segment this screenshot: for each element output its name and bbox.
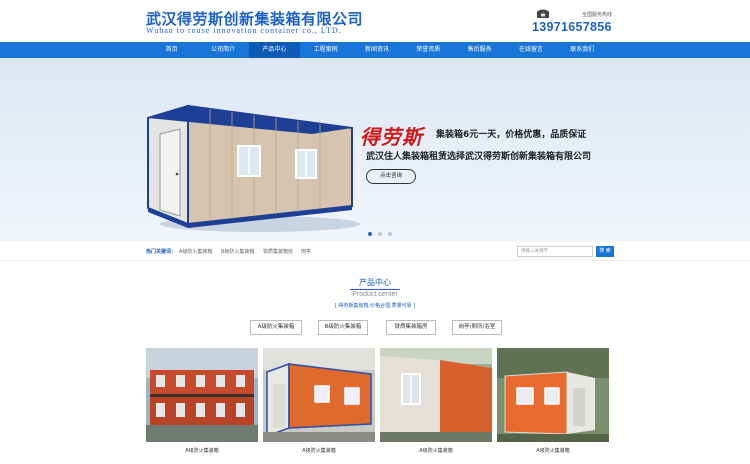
nav-item-message[interactable]: 在线留言 [505,42,556,58]
site-header: 武汉得劳斯创新集装箱有限公司 Wuhan to rouse innovation… [0,0,750,42]
main-nav: 首页 公司简介 产品中心 工程案例 新闻资讯 荣誉资质 售后服务 在线留言 联系… [0,42,750,58]
product-image[interactable] [263,348,375,442]
container-house-image [147,104,360,232]
banner-slogan: 集装箱6元一天，价格优惠，品质保证 [436,130,587,140]
slide-dot-3[interactable] [388,232,392,236]
company-logo-en: Wuhan to rouse innovation container co.,… [146,26,342,35]
hotline-caption: 全国服务热线 [582,12,613,18]
consult-button[interactable]: 点击咨询 [366,169,416,184]
nav-bar: 首页 公司简介 产品中心 工程案例 新闻资讯 荣誉资质 售后服务 在线留言 联系… [146,42,608,58]
nav-item-service[interactable]: 售后服务 [454,42,505,58]
product-caption[interactable]: A级防火集装箱 [146,447,258,454]
nav-item-about[interactable]: 公司简介 [197,42,248,58]
keyword-link[interactable]: 铁质集装箱房 [263,248,293,255]
product-caption[interactable]: A级防火集装箱 [380,447,492,454]
product-image[interactable] [146,348,258,442]
keyword-link[interactable]: A级防火集装箱 [179,248,212,255]
category-button[interactable]: 岗亭/厕所/浴室 [452,320,502,335]
product-image[interactable] [497,348,609,442]
phone-icon [536,9,550,18]
keyword-link[interactable]: B级防火集装箱 [221,248,254,255]
nav-item-honors[interactable]: 荣誉资质 [403,42,454,58]
hotline-number: 13971657856 [532,20,612,34]
section-title: 产品中心 [359,278,391,287]
hot-keywords-label: 热门关键词： [146,249,177,255]
category-button[interactable]: A级防火集装箱 [250,320,302,335]
nav-item-home[interactable]: 首页 [146,42,197,58]
slide-dot-1[interactable] [368,232,372,236]
category-button[interactable]: B级防火集装箱 [318,320,368,335]
keyword-bar: 热门关键词： A级防火集装箱 B级防火集装箱 铁质集装箱房 岗亭 请输入关键字 … [0,242,750,261]
nav-item-cases[interactable]: 工程案例 [300,42,351,58]
section-divider [350,289,400,290]
banner-brand-script: 得劳斯 [360,125,423,149]
section-subtitle-en: Product center [352,291,398,298]
nav-item-contact[interactable]: 联系我们 [557,42,608,58]
search-button[interactable]: 搜 索 [596,246,614,257]
nav-item-products[interactable]: 产品中心 [248,42,300,58]
keyword-link[interactable]: 岗亭 [301,248,311,255]
section-description: [ 得劳斯集装箱,价格合理,质量可靠 ] [334,303,416,309]
banner-subtitle: 武汉住人集装箱租赁选择武汉得劳斯创新集装箱有限公司 [366,152,592,162]
category-button[interactable]: 铁质集装箱房 [386,320,436,335]
search-input[interactable]: 请输入关键字 [517,246,593,257]
slide-dot-2[interactable] [378,232,382,236]
nav-item-news[interactable]: 新闻资讯 [351,42,402,58]
product-caption[interactable]: A级防火集装箱 [497,447,609,454]
hero-banner: 得劳斯 集装箱6元一天，价格优惠，品质保证 武汉住人集装箱租赁选择武汉得劳斯创新… [0,58,750,242]
product-image[interactable] [380,348,492,442]
product-caption[interactable]: A级防火集装箱 [263,447,375,454]
